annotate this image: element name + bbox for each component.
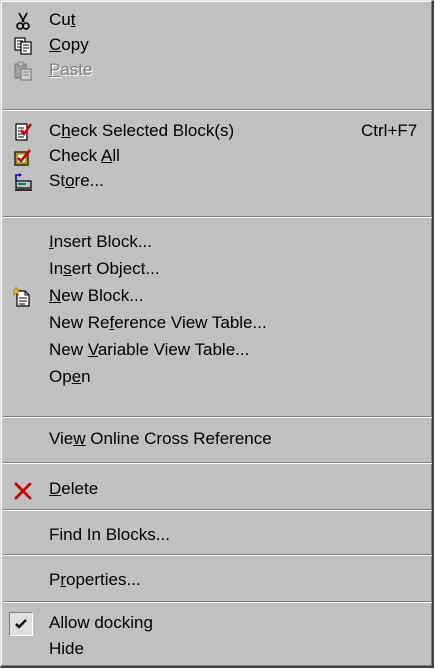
menu-item-delete[interactable]: Delete bbox=[5, 477, 429, 503]
store-icon bbox=[15, 173, 32, 191]
check-all-icon bbox=[14, 149, 32, 166]
check-document-icon bbox=[15, 123, 32, 141]
menu-separator bbox=[3, 554, 432, 556]
menu-item-hide[interactable]: Hide bbox=[5, 637, 429, 663]
menu-separator bbox=[3, 601, 432, 603]
menu-item-copy[interactable]: Copy bbox=[5, 33, 429, 59]
menu-item-label: Check All bbox=[49, 146, 120, 165]
scissors-icon bbox=[16, 12, 30, 30]
menu-item-check-all[interactable]: Check All bbox=[5, 144, 429, 170]
checkmark-icon bbox=[15, 619, 27, 629]
shortcut-label: Ctrl+F7 bbox=[361, 121, 418, 140]
menu-item-properties[interactable]: Properties... bbox=[5, 568, 429, 594]
menu-item-open[interactable]: Open bbox=[5, 365, 429, 391]
menu-item-label: Copy bbox=[49, 35, 89, 54]
menu-item-label: New Variable View Table... bbox=[49, 340, 250, 359]
menu-item-allow-docking[interactable]: Allow docking bbox=[5, 611, 429, 637]
checked-state-box bbox=[9, 612, 33, 636]
menu-item-label: New Block... bbox=[49, 286, 144, 305]
menu-item-label: Store... bbox=[49, 171, 104, 190]
menu-item-label: Cut bbox=[49, 10, 76, 29]
menu-item-check-selected-blocks[interactable]: Check Selected Block(s) Ctrl+F7 bbox=[5, 119, 429, 145]
menu-item-store[interactable]: Store... bbox=[5, 169, 429, 195]
menu-item-label: View Online Cross Reference bbox=[49, 429, 272, 448]
new-block-icon bbox=[13, 287, 30, 307]
menu-item-new-variable-view-table[interactable]: New Variable View Table... bbox=[5, 338, 429, 364]
menu-item-label: Delete bbox=[49, 479, 99, 498]
menu-item-label: Paste bbox=[49, 60, 93, 79]
menu-separator bbox=[3, 416, 432, 418]
menu-item-find-in-blocks[interactable]: Find In Blocks... bbox=[5, 523, 429, 549]
context-menu: Cut Copy Paste Check Selected Block(s) C… bbox=[0, 0, 434, 668]
menu-item-paste[interactable]: Paste bbox=[5, 58, 429, 84]
paste-icon bbox=[14, 61, 32, 81]
menu-separator bbox=[3, 216, 432, 218]
menu-item-cut[interactable]: Cut bbox=[5, 8, 429, 34]
menu-separator bbox=[3, 509, 432, 511]
menu-item-label: Allow docking bbox=[49, 613, 153, 632]
menu-item-label: Open bbox=[49, 367, 91, 386]
menu-item-insert-block[interactable]: Insert Block... bbox=[5, 230, 429, 256]
menu-item-new-block[interactable]: New Block... bbox=[5, 284, 429, 310]
menu-item-label: Find In Blocks... bbox=[49, 525, 170, 544]
menu-item-label: Check Selected Block(s) bbox=[49, 121, 235, 140]
menu-item-label: Properties... bbox=[49, 570, 141, 589]
menu-item-new-reference-view-table[interactable]: New Reference View Table... bbox=[5, 311, 429, 337]
menu-item-view-online-cross-reference[interactable]: View Online Cross Reference bbox=[5, 427, 429, 453]
menu-separator bbox=[3, 462, 432, 464]
copy-icon bbox=[14, 37, 32, 55]
menu-item-label: Insert Block... bbox=[49, 232, 152, 251]
menu-item-label: New Reference View Table... bbox=[49, 313, 267, 332]
menu-separator bbox=[3, 109, 432, 111]
menu-item-label: Hide bbox=[49, 639, 84, 658]
menu-item-label: Insert Object... bbox=[49, 259, 160, 278]
menu-item-insert-object[interactable]: Insert Object... bbox=[5, 257, 429, 283]
delete-x-icon bbox=[14, 482, 32, 500]
